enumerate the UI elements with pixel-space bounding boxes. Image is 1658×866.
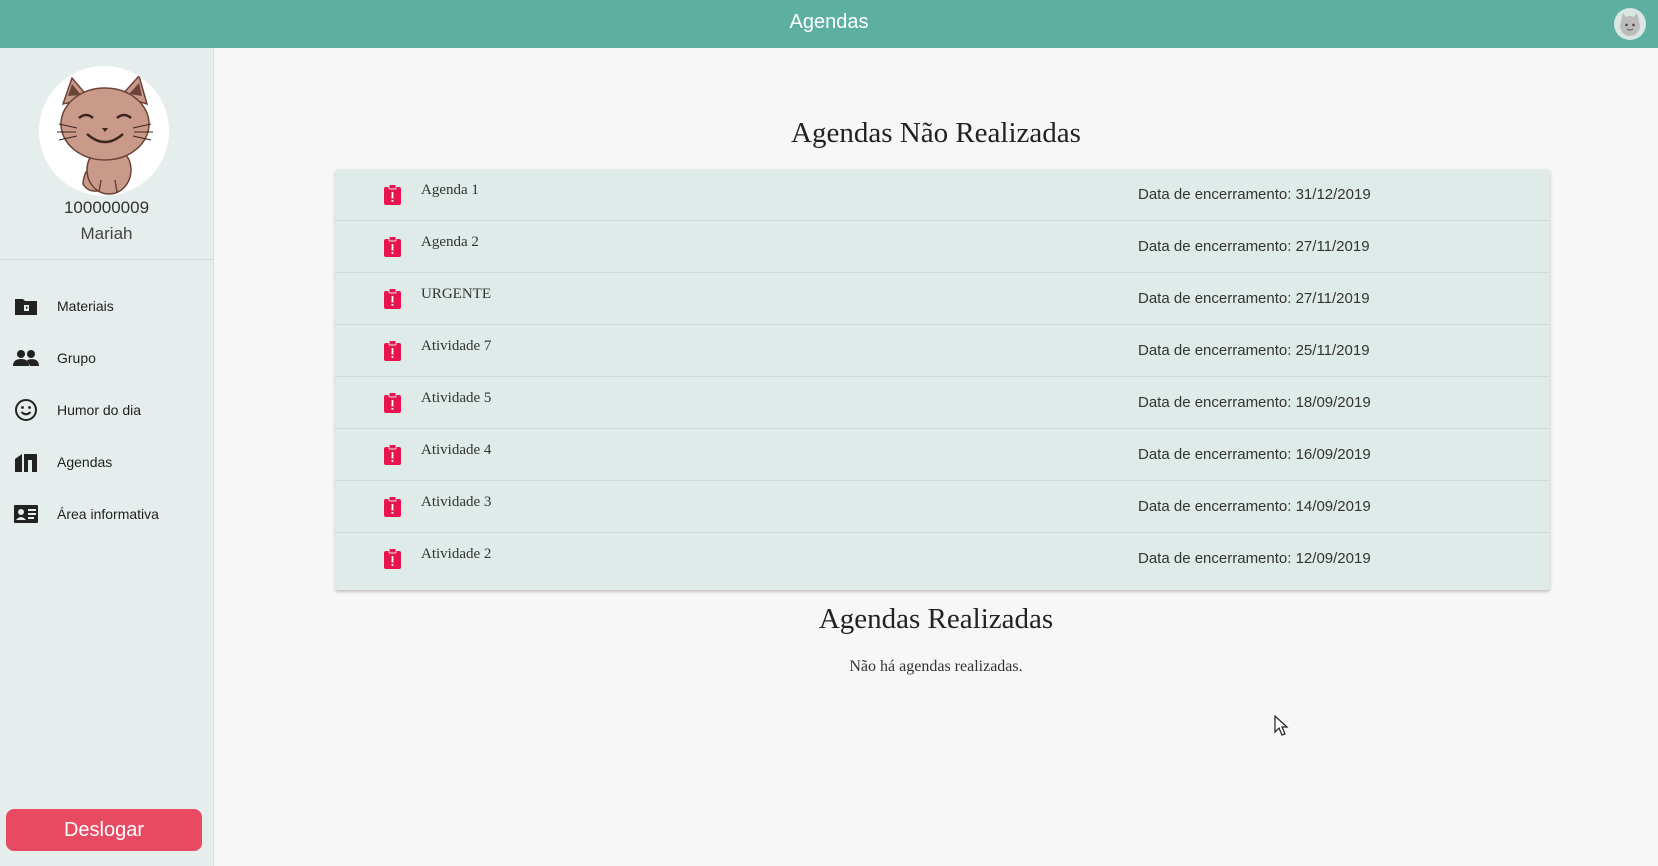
sidebar-item-materiais[interactable]: Materiais	[0, 284, 213, 328]
assignment-late-icon	[384, 288, 401, 309]
agenda-name: Agenda 1	[421, 182, 479, 198]
agenda-row[interactable]: Agenda 1 Data de encerramento: 31/12/2019	[335, 169, 1550, 221]
empty-message: Não há agendas realizadas.	[849, 658, 1023, 675]
agenda-name: Atividade 5	[421, 390, 492, 406]
assignment-late-icon	[384, 184, 401, 205]
agenda-name: Atividade 7	[421, 338, 492, 354]
assignment-late-icon	[384, 496, 401, 517]
agenda-row[interactable]: Atividade 7 Data de encerramento: 25/11/2…	[335, 325, 1550, 377]
profile-card: 100000009 Mariah	[0, 48, 213, 260]
sidebar: 100000009 Mariah Materiais Grupo Humor d…	[0, 48, 214, 866]
agenda-row[interactable]: Atividade 5 Data de encerramento: 18/09/2…	[335, 377, 1550, 429]
pending-section-title: Agendas Não Realizadas	[791, 117, 1081, 149]
sidebar-item-agendas[interactable]: Agendas	[0, 440, 213, 484]
agenda-end-date: Data de encerramento: 16/09/2019	[1138, 446, 1371, 463]
sidebar-item-label: Área informativa	[57, 506, 159, 522]
agenda-name: Atividade 3	[421, 494, 492, 510]
agenda-end-date: Data de encerramento: 31/12/2019	[1138, 186, 1371, 203]
sidebar-item-area-informativa[interactable]: Área informativa	[0, 492, 213, 536]
agenda-end-date: Data de encerramento: 14/09/2019	[1138, 498, 1371, 515]
agenda-end-date: Data de encerramento: 18/09/2019	[1138, 394, 1371, 411]
agenda-icon	[13, 449, 39, 475]
smiley-icon	[13, 397, 39, 423]
agenda-row[interactable]: Atividade 2 Data de encerramento: 12/09/2…	[335, 533, 1550, 585]
logout-button[interactable]: Deslogar	[6, 809, 202, 851]
done-section-title: Agendas Realizadas	[818, 603, 1054, 635]
assignment-late-icon	[384, 392, 401, 413]
cat-avatar-icon	[39, 66, 169, 196]
pending-agendas-list: Agenda 1 Data de encerramento: 31/12/2019…	[335, 169, 1550, 590]
agenda-name: URGENTE	[421, 286, 491, 302]
contact-card-icon	[13, 501, 39, 527]
cat-avatar-icon[interactable]	[1614, 8, 1646, 40]
page-title: Agendas	[789, 11, 869, 33]
agenda-row[interactable]: Agenda 2 Data de encerramento: 27/11/2019	[335, 221, 1550, 273]
agenda-name: Agenda 2	[421, 234, 479, 250]
assignment-late-icon	[384, 444, 401, 465]
agenda-row[interactable]: Atividade 3 Data de encerramento: 14/09/2…	[335, 481, 1550, 533]
sidebar-item-label: Humor do dia	[57, 402, 142, 418]
user-name: Mariah	[80, 224, 133, 243]
agenda-end-date: Data de encerramento: 25/11/2019	[1138, 342, 1370, 359]
agenda-row[interactable]: URGENTE Data de encerramento: 27/11/2019	[335, 273, 1550, 325]
agenda-row[interactable]: Atividade 4 Data de encerramento: 16/09/2…	[335, 429, 1550, 481]
agenda-end-date: Data de encerramento: 27/11/2019	[1138, 290, 1370, 307]
sidebar-item-humor-do-dia[interactable]: Humor do dia	[0, 388, 213, 432]
agenda-name: Atividade 2	[421, 546, 492, 562]
sidebar-item-label: Grupo	[57, 350, 96, 366]
agenda-end-date: Data de encerramento: 27/11/2019	[1138, 238, 1370, 255]
folder-icon	[13, 293, 39, 319]
sidebar-item-label: Materiais	[57, 298, 114, 314]
top-app-bar: Agendas	[0, 0, 1658, 48]
assignment-late-icon	[384, 236, 401, 257]
assignment-late-icon	[384, 548, 401, 569]
sidebar-item-label: Agendas	[57, 454, 113, 470]
mouse-cursor-icon	[1274, 715, 1289, 736]
sidebar-item-grupo[interactable]: Grupo	[0, 336, 213, 380]
agenda-end-date: Data de encerramento: 12/09/2019	[1138, 550, 1371, 567]
user-id: 100000009	[63, 198, 150, 217]
group-icon	[13, 345, 39, 371]
assignment-late-icon	[384, 340, 401, 361]
agenda-name: Atividade 4	[421, 442, 492, 458]
